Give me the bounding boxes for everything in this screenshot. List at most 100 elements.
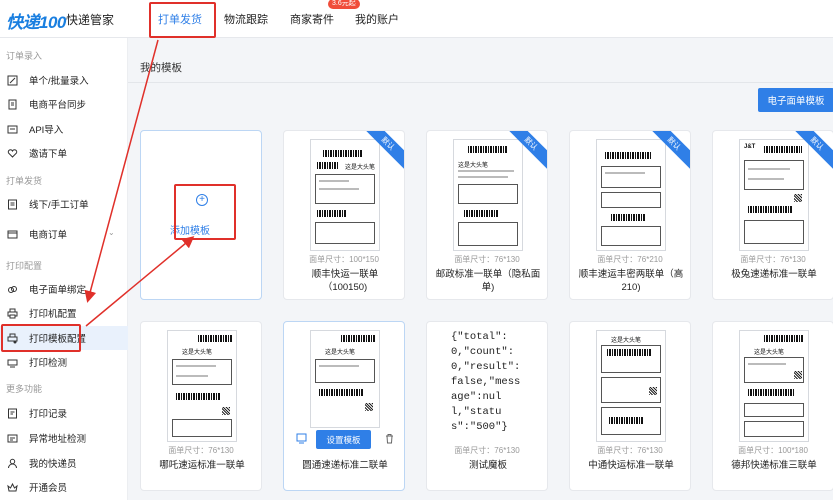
header-divider	[128, 82, 833, 83]
template-card[interactable]: J&T 默认 面单尺寸：76*130 极兔速递标准一联单	[712, 130, 833, 300]
tab-my-account[interactable]: 我的账户	[355, 11, 399, 27]
thumbnail-text: 这是大头笔	[182, 350, 213, 356]
waybill-size: 面单尺寸：76*130	[740, 255, 806, 264]
sidebar-item-label: 单个/批量录入	[29, 76, 89, 87]
thumbnail-text: 这是大头笔	[754, 350, 785, 356]
template-card[interactable]: 默认 面单尺寸：76*210 顺丰速运丰密两联单（高210)	[569, 130, 691, 300]
address-check-icon	[6, 432, 18, 444]
sidebar-item-label: API导入	[29, 125, 64, 136]
brand-name: 快递管家	[66, 13, 115, 27]
tab-merchant-shipping[interactable]: 商家寄件	[290, 11, 334, 27]
record-icon	[6, 407, 18, 419]
waybill-thumbnail: 这是大头笔	[310, 330, 380, 428]
template-card[interactable]: 这是大头笔 默认 面单尺寸：100*150 顺丰快运一联单（100150)	[283, 130, 405, 300]
waybill-thumbnail: 这是大头笔	[167, 330, 237, 442]
top-navigation-bar: 快递100 快递管家 打单发货 物流跟踪 商家寄件 3.6元起 我的账户	[0, 0, 833, 38]
section-print-ship: 打单发货	[6, 176, 43, 186]
sidebar-item-ecommerce-orders[interactable]: 电商订单 ⌄	[0, 222, 128, 246]
thumbnail-text: 这是大头笔	[345, 165, 376, 171]
sidebar: 订单录入 单个/批量录入 电商平台同步 API导入 邀请下单 打单发货 线下/手…	[0, 38, 128, 500]
sidebar-item-print-check[interactable]: 打印检测	[0, 350, 128, 374]
sidebar-item-my-couriers[interactable]: 我的快递员	[0, 451, 128, 475]
template-card[interactable]: 这是大头笔 设置模板 圆通速递标准二联单	[283, 321, 405, 491]
waybill-thumbnail: 这是大头笔	[739, 330, 809, 442]
invite-icon	[6, 147, 18, 159]
annotation-box-tab	[149, 2, 216, 38]
annotation-box-template-config	[1, 324, 81, 352]
waybill-thumbnail: 这是大头笔	[453, 139, 523, 251]
sidebar-item-ecommerce-sync[interactable]: 电商平台同步	[0, 92, 128, 116]
template-name: 顺丰速运丰密两联单（高210)	[578, 269, 684, 293]
sidebar-item-invite-order[interactable]: 邀请下单	[0, 141, 128, 165]
chevron-down-icon[interactable]: ⌄	[108, 228, 115, 237]
waybill-size: 面单尺寸：76*130	[168, 446, 234, 455]
sidebar-item-api-import[interactable]: API导入	[0, 117, 128, 141]
courier-icon	[6, 457, 18, 469]
annotation-box-add-template	[174, 184, 236, 240]
waybill-thumbnail: 这是大头笔	[596, 330, 666, 442]
set-template-button[interactable]: 设置模板	[316, 430, 371, 449]
sidebar-item-label: 电商平台同步	[29, 100, 87, 111]
tab-logistics-tracking[interactable]: 物流跟踪	[224, 11, 268, 27]
manual-order-icon	[6, 198, 18, 210]
sidebar-item-label: 异常地址检测	[29, 434, 87, 445]
waybill-size: 面单尺寸：76*130	[454, 446, 520, 455]
sync-icon	[6, 98, 18, 110]
template-card[interactable]: 这是大头笔 默认 面单尺寸：76*130 邮政标准一联单（隐私面单)	[426, 130, 548, 300]
template-card[interactable]: 这是大头笔 面单尺寸：76*130 中通快运标准一联单	[569, 321, 691, 491]
edit-icon	[6, 74, 18, 86]
template-name: 中通快运标准一联单	[588, 460, 674, 471]
main-content: 我的模板 电子面单模板 + 添加模板 这是大头笔 默认 面单尺寸：100*150…	[128, 38, 833, 500]
template-name: 测试魔板	[468, 460, 507, 471]
waybill-size: 面单尺寸：100*150	[309, 255, 379, 264]
waybill-size: 面单尺寸：76*130	[454, 255, 520, 264]
sidebar-item-print-records[interactable]: 打印记录	[0, 401, 128, 425]
sidebar-item-printer-config[interactable]: 打印机配置	[0, 301, 128, 325]
template-name: 德邦快递标准三联单	[731, 460, 817, 471]
sidebar-item-waybill-binding[interactable]: 电子面单绑定	[0, 277, 128, 301]
kuaidi100-logo[interactable]: 快递100	[6, 8, 66, 33]
preview-icon[interactable]	[296, 433, 307, 447]
sidebar-item-label: 电子面单绑定	[29, 285, 87, 296]
sidebar-item-label: 邀请下单	[29, 149, 68, 160]
waybill-template-button[interactable]: 电子面单模板	[758, 88, 833, 112]
template-name: 顺丰快运一联单（100150)	[311, 269, 379, 293]
sidebar-item-label: 电商订单	[29, 230, 68, 241]
template-card[interactable]: 这是大头笔 面单尺寸：100*180 德邦快递标准三联单	[712, 321, 833, 491]
sidebar-item-label: 打印机配置	[29, 309, 77, 320]
json-response-text: {"total":0,"count":0,"result":false,"mes…	[451, 331, 521, 433]
waybill-size: 面单尺寸：76*130	[597, 446, 663, 455]
waybill-thumbnail	[596, 139, 666, 251]
waybill-thumbnail: 这是大头笔	[310, 139, 380, 251]
thumbnail-text: J&T	[744, 144, 756, 150]
sidebar-item-label: 线下/手工订单	[29, 200, 89, 211]
link-icon	[6, 283, 18, 295]
template-name: 邮政标准一联单（隐私面单)	[435, 269, 541, 293]
sidebar-item-label: 开通会员	[29, 483, 68, 494]
template-name: 圆通速递标准二联单	[302, 460, 388, 471]
print-check-icon	[6, 356, 18, 368]
printer-icon	[6, 307, 18, 319]
thumbnail-text: 这是大头笔	[611, 338, 642, 344]
template-name: 极兔速递标准一联单	[731, 269, 817, 280]
vip-icon	[6, 481, 18, 493]
template-name: 哪吒速运标准一联单	[159, 460, 245, 471]
section-order-entry: 订单录入	[6, 51, 43, 61]
sidebar-item-label: 我的快递员	[29, 459, 77, 470]
sidebar-item-label: 打印检测	[29, 358, 68, 369]
waybill-thumbnail: J&T	[739, 139, 809, 251]
sidebar-item-label: 打印记录	[29, 409, 68, 420]
thumbnail-text: 这是大头笔	[458, 163, 489, 169]
ecommerce-order-icon	[6, 228, 18, 240]
sidebar-item-manual-orders[interactable]: 线下/手工订单	[0, 192, 128, 216]
delete-icon[interactable]	[384, 433, 395, 447]
sidebar-item-address-check[interactable]: 异常地址检测	[0, 426, 128, 450]
thumbnail-text: 这是大头笔	[325, 350, 356, 356]
price-badge: 3.6元起	[328, 0, 360, 9]
template-card[interactable]: {"total":0,"count":0,"result":false,"mes…	[426, 321, 548, 491]
sidebar-item-vip[interactable]: 开通会员	[0, 475, 128, 499]
api-icon	[6, 123, 18, 135]
template-card[interactable]: 这是大头笔 面单尺寸：76*130 哪吒速运标准一联单	[140, 321, 262, 491]
sidebar-item-single-batch-entry[interactable]: 单个/批量录入	[0, 68, 128, 92]
section-print-config: 打印配置	[6, 261, 43, 271]
